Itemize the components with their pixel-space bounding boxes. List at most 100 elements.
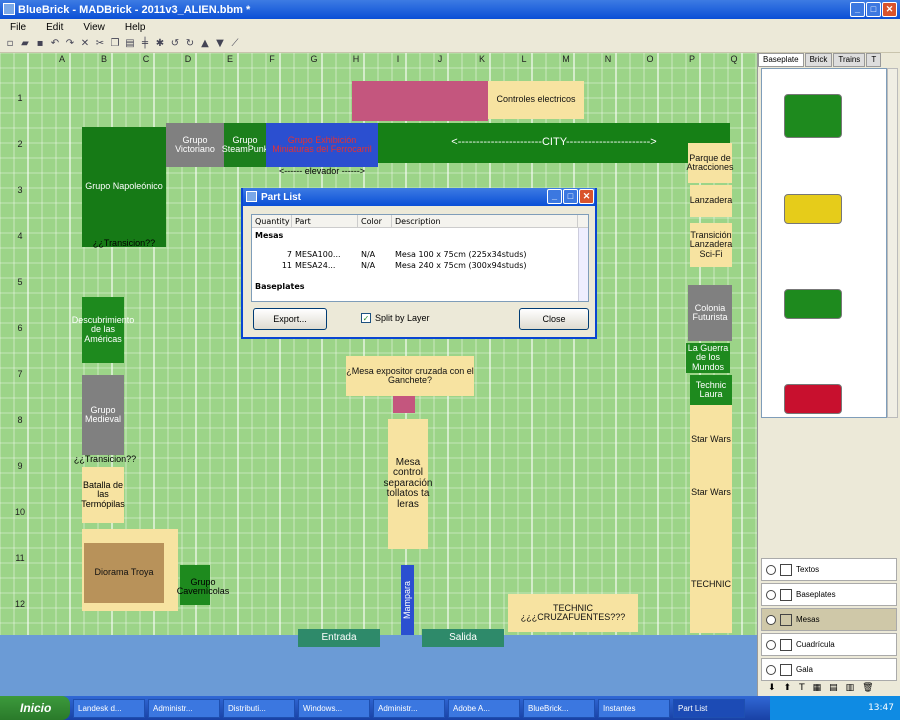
area-technic-vertical[interactable]: TECHNIC — [690, 537, 732, 633]
layer-down-icon[interactable]: ⬇ — [768, 683, 776, 693]
add-brick-layer-icon[interactable]: ▤ — [829, 683, 838, 693]
paint-icon[interactable]: ✱ — [154, 38, 166, 50]
menu-edit[interactable]: Edit — [36, 22, 73, 33]
area-guerra-mundos[interactable]: La Guerra de los Mundos — [686, 343, 730, 373]
table-scrollbar[interactable] — [578, 228, 588, 301]
area-batalla[interactable]: Batalla de las Termópilas — [81, 467, 125, 523]
table-row[interactable]: 11 MESA24... N/A Mesa 240 x 75cm (300x94… — [252, 260, 588, 271]
export-button[interactable]: Export... — [253, 308, 327, 330]
layer-item[interactable]: Cuadrícula — [761, 633, 897, 656]
taskbar-item[interactable]: Landesk d... — [73, 698, 145, 718]
area-technic-bottom[interactable]: TECHNIC ¿¿¿CRUZAFUENTES??? — [508, 594, 638, 632]
pink-small-block[interactable] — [393, 396, 415, 413]
area-mesa-expositor[interactable]: ¿Mesa expositor cruzada con el Ganchete? — [346, 356, 474, 396]
area-grupo-victoriano[interactable]: Grupo Victoriano — [166, 123, 224, 167]
pink-block[interactable] — [352, 81, 488, 121]
tab-brick[interactable]: Brick — [804, 53, 833, 67]
green-baseplate-swatch[interactable] — [784, 94, 842, 138]
col-color[interactable]: Color — [358, 215, 392, 228]
taskbar-item[interactable]: Instantes — [598, 698, 670, 718]
close-button[interactable]: ✕ — [882, 2, 897, 17]
col-quantity[interactable]: Quantity — [252, 215, 292, 228]
area-grupo-steampunk[interactable]: Grupo SteamPunk — [222, 123, 268, 167]
add-text-layer-icon[interactable]: T — [799, 683, 805, 693]
layer-item[interactable]: Gala — [761, 658, 897, 681]
dialog-maximize-button[interactable]: □ — [563, 189, 578, 204]
copy-icon[interactable]: ❐ — [109, 38, 121, 50]
taskbar-item[interactable]: Administr... — [148, 698, 220, 718]
visibility-eye-icon[interactable] — [766, 664, 776, 675]
area-descubrimiento[interactable]: Descubrimiento de las Américas — [72, 297, 134, 363]
visibility-eye-icon[interactable] — [766, 589, 776, 600]
area-transicion2[interactable]: ¿¿Transicion?? — [70, 453, 140, 467]
area-parque[interactable]: Parque de Atracciones — [687, 143, 734, 183]
area-salida[interactable]: Salida — [422, 629, 504, 647]
area-medieval[interactable]: Grupo Medieval — [82, 375, 124, 455]
split-by-layer-checkbox[interactable]: ✓ — [361, 313, 371, 323]
area-technic-laura[interactable]: Technic Laura — [690, 375, 732, 405]
delete-icon[interactable]: ✕ — [79, 38, 91, 50]
area-controles[interactable]: Controles electricos — [488, 81, 584, 119]
add-grid-layer-icon[interactable]: ▦ — [813, 683, 822, 693]
area-grupo-red[interactable]: Grupo Exhibición Miniaturas del Ferrocar… — [266, 123, 378, 167]
redo-icon[interactable]: ↷ — [64, 38, 76, 50]
area-mesa-control[interactable]: Mesa control separación tollatos ta lera… — [384, 419, 432, 549]
rotate-left-icon[interactable]: ↺ — [169, 38, 181, 50]
layer-up-icon[interactable]: ⬆ — [784, 683, 792, 693]
part-library-list[interactable] — [761, 68, 887, 418]
menu-help[interactable]: Help — [115, 22, 156, 33]
undo-icon[interactable]: ↶ — [49, 38, 61, 50]
menu-view[interactable]: View — [73, 22, 115, 33]
dialog-minimize-button[interactable]: _ — [547, 189, 562, 204]
taskbar-item[interactable]: Part List — [673, 698, 745, 718]
area-entrada[interactable]: Entrada — [298, 629, 380, 647]
start-button[interactable]: Inicio — [0, 696, 70, 720]
menu-file[interactable]: File — [0, 22, 36, 33]
paste-icon[interactable]: ▤ — [124, 38, 136, 50]
area-mampara[interactable]: Mampara — [401, 565, 414, 635]
part-library-scrollbar[interactable] — [887, 68, 898, 418]
col-part[interactable]: Part — [292, 215, 358, 228]
visibility-eye-icon[interactable] — [766, 564, 776, 575]
area-grupo-napoleonico[interactable]: Grupo Napoleónico — [82, 127, 166, 247]
new-file-icon[interactable]: ▫ — [4, 38, 16, 50]
map-canvas[interactable]: ABCDEFGHIJKLMNOPQ1234567891011121314 Con… — [0, 53, 757, 696]
taskbar-item[interactable]: Administr... — [373, 698, 445, 718]
part-list-table[interactable]: Quantity Part Color Description Mesas 7 … — [251, 214, 589, 302]
area-transicion1[interactable]: ¿¿Transicion?? — [82, 235, 166, 253]
rotate-right-icon[interactable]: ↻ — [184, 38, 196, 50]
tab-baseplate[interactable]: Baseplate — [758, 53, 804, 67]
add-area-layer-icon[interactable]: ▥ — [846, 683, 855, 693]
area-city[interactable]: <-----------------------CITY------------… — [378, 123, 730, 163]
cut-icon[interactable]: ✂ — [94, 38, 106, 50]
ruler-icon[interactable]: ⟋ — [229, 38, 241, 50]
col-description[interactable]: Description — [392, 215, 578, 228]
dialog-close-button[interactable]: ✕ — [579, 189, 594, 204]
visibility-eye-icon[interactable] — [766, 614, 776, 625]
layer-item[interactable]: Textos — [761, 558, 897, 581]
tab-trains[interactable]: Trains — [833, 53, 866, 67]
table-row[interactable]: 7 MESA100... N/A Mesa 100 x 75cm (225x34… — [252, 249, 588, 260]
yellow-baseplate-swatch[interactable] — [784, 194, 842, 224]
maximize-button[interactable]: □ — [866, 2, 881, 17]
area-colonia[interactable]: Colonia Futurista — [688, 285, 732, 341]
move-up-icon[interactable]: ▲ — [199, 38, 211, 50]
visibility-eye-icon[interactable] — [766, 639, 776, 650]
split-by-layer[interactable]: ✓ Split by Layer — [361, 313, 430, 323]
move-down-icon[interactable]: ▼ — [214, 38, 226, 50]
red-baseplate-swatch[interactable] — [784, 384, 842, 414]
close-dialog-button[interactable]: Close — [519, 308, 589, 330]
taskbar-item[interactable]: Adobe A... — [448, 698, 520, 718]
taskbar-item[interactable]: Distributi... — [223, 698, 295, 718]
green-baseplate-swatch-2[interactable] — [784, 289, 842, 319]
taskbar-item[interactable]: Windows... — [298, 698, 370, 718]
save-icon[interactable]: ▪ — [34, 38, 46, 50]
layer-item[interactable]: Baseplates — [761, 583, 897, 606]
taskbar-item[interactable]: BlueBrick... — [523, 698, 595, 718]
minimize-button[interactable]: _ — [850, 2, 865, 17]
area-transicion-scifi[interactable]: Transición Lanzadera Sci-Fi — [690, 223, 732, 267]
snap-grid-icon[interactable]: ╪ — [139, 38, 151, 50]
layer-item[interactable]: Mesas — [761, 608, 897, 631]
tab-t[interactable]: T — [866, 53, 882, 67]
open-folder-icon[interactable]: ▰ — [19, 38, 31, 50]
